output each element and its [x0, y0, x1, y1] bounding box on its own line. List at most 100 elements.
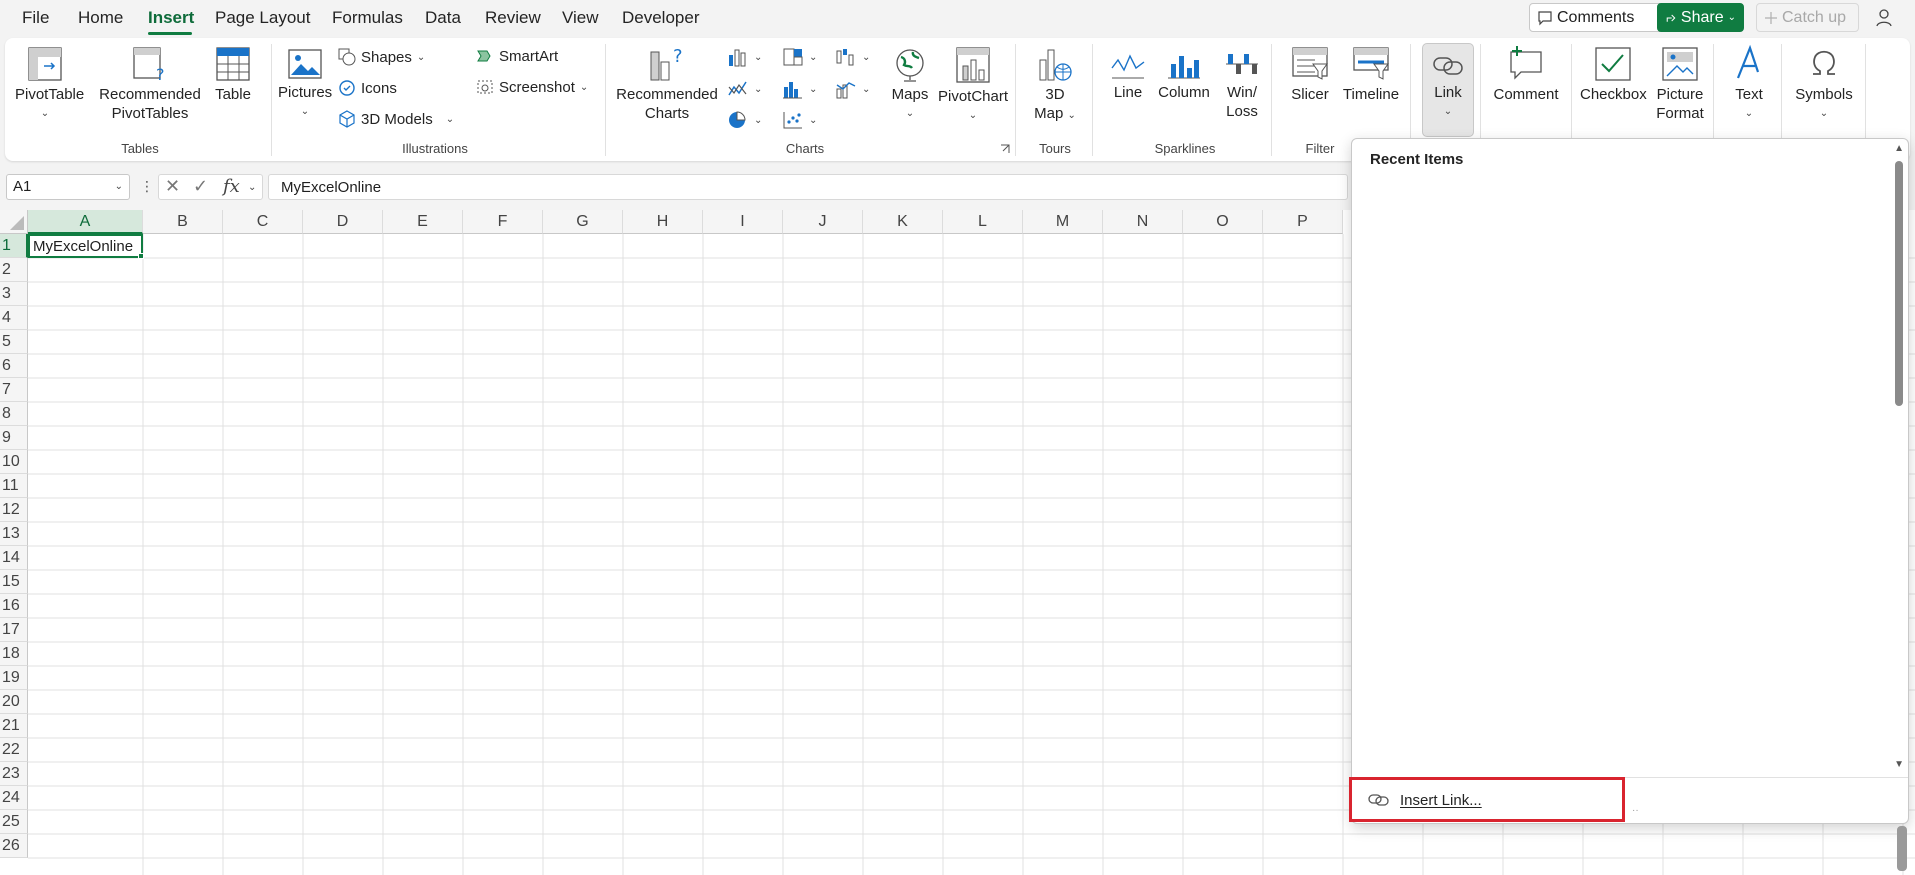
active-cell-a1[interactable]: MyExcelOnline — [28, 234, 143, 258]
menu-file[interactable]: File — [22, 8, 49, 28]
scroll-up-icon[interactable]: ▲ — [1894, 143, 1904, 154]
column-header[interactable]: D — [303, 210, 383, 234]
smartart-button[interactable]: SmartArt — [476, 47, 558, 65]
row-header[interactable]: 16 — [0, 594, 28, 618]
column-header[interactable]: F — [463, 210, 543, 234]
column-header[interactable]: N — [1103, 210, 1183, 234]
line-chart-button[interactable]: ⌄ — [727, 79, 762, 99]
comment-button[interactable]: Comment — [1488, 46, 1564, 104]
icons-button[interactable]: Icons — [338, 79, 397, 97]
recommended-pivot-tables-button[interactable]: ? Recommended PivotTables — [97, 46, 203, 123]
row-header[interactable]: 12 — [0, 498, 28, 522]
column-header[interactable]: G — [543, 210, 623, 234]
menu-review[interactable]: Review — [485, 8, 541, 28]
row-header[interactable]: 20 — [0, 690, 28, 714]
column-header[interactable]: I — [703, 210, 783, 234]
sparkline-line-button[interactable]: Line — [1103, 48, 1153, 102]
row-header[interactable]: 4 — [0, 306, 28, 330]
hierarchy-chart-button[interactable]: ⌄ — [782, 47, 817, 67]
column-chart-button[interactable]: ⌄ — [727, 47, 762, 67]
row-header[interactable]: 17 — [0, 618, 28, 642]
column-header[interactable]: K — [863, 210, 943, 234]
fill-handle[interactable] — [138, 253, 144, 259]
column-header[interactable]: B — [143, 210, 223, 234]
menu-home[interactable]: Home — [78, 8, 123, 28]
insert-link-menu-item[interactable]: Insert Link... — [1356, 780, 1574, 820]
column-header[interactable]: H — [623, 210, 703, 234]
row-header[interactable]: 10 — [0, 450, 28, 474]
scroll-down-icon[interactable]: ▼ — [1894, 759, 1904, 770]
recommended-charts-button[interactable]: ? Recommended Charts — [615, 46, 719, 123]
cancel-icon[interactable]: ✕ — [165, 176, 180, 197]
link-button[interactable]: Link ⌄ — [1422, 50, 1474, 121]
row-header[interactable]: 2 — [0, 258, 28, 282]
menu-page-layout[interactable]: Page Layout — [215, 8, 310, 28]
statistic-chart-button[interactable]: ⌄ — [782, 79, 817, 99]
comments-button[interactable]: Comments — [1529, 3, 1665, 32]
column-header[interactable]: E — [383, 210, 463, 234]
shapes-button[interactable]: Shapes ⌄ — [338, 48, 425, 66]
share-button[interactable]: Share ⌄ — [1657, 3, 1744, 32]
menu-formulas[interactable]: Formulas — [332, 8, 403, 28]
row-header[interactable]: 13 — [0, 522, 28, 546]
name-box[interactable]: A1 ⌄ — [6, 174, 130, 200]
maps-button[interactable]: Maps ⌄ — [885, 48, 935, 123]
check-icon[interactable]: ✓ — [193, 176, 208, 197]
pivot-chart-button[interactable]: PivotChart ⌄ — [935, 46, 1011, 125]
menu-data[interactable]: Data — [425, 8, 461, 28]
column-header[interactable]: A — [28, 210, 143, 234]
more-options-icon[interactable]: ⋮ — [140, 178, 154, 195]
row-header[interactable]: 3 — [0, 282, 28, 306]
panel-scroll-thumb[interactable] — [1895, 161, 1903, 406]
column-header[interactable]: J — [783, 210, 863, 234]
sparkline-column-button[interactable]: Column — [1155, 48, 1213, 102]
menu-view[interactable]: View — [562, 8, 599, 28]
timeline-button[interactable]: Timeline — [1338, 46, 1404, 104]
row-header[interactable]: 23 — [0, 762, 28, 786]
select-all-corner[interactable] — [0, 210, 28, 234]
fx-icon[interactable]: fx — [223, 176, 240, 197]
screenshot-button[interactable]: Screenshot ⌄ — [476, 78, 588, 96]
column-header[interactable]: O — [1183, 210, 1263, 234]
chevron-down-icon[interactable]: ⌄ — [248, 182, 256, 193]
combo-chart-button[interactable]: ⌄ — [835, 79, 870, 99]
row-header[interactable]: 8 — [0, 402, 28, 426]
row-header[interactable]: 19 — [0, 666, 28, 690]
column-header[interactable]: M — [1023, 210, 1103, 234]
person-icon[interactable] — [1875, 8, 1897, 28]
pie-chart-button[interactable]: ⌄ — [727, 110, 762, 130]
table-button[interactable]: Table — [208, 46, 258, 104]
picture-format-button[interactable]: Picture Format — [1650, 46, 1710, 123]
column-header[interactable]: C — [223, 210, 303, 234]
dialog-launcher-icon[interactable] — [1000, 144, 1010, 154]
menu-insert[interactable]: Insert — [148, 8, 194, 28]
formula-input[interactable]: MyExcelOnline — [268, 174, 1348, 200]
row-header[interactable]: 6 — [0, 354, 28, 378]
sheet-vertical-scrollbar[interactable] — [1897, 826, 1907, 871]
3d-map-button[interactable]: 3D Map ⌄ — [1025, 46, 1085, 125]
3d-models-button[interactable]: 3D Models ⌄ — [338, 110, 454, 128]
column-header[interactable]: L — [943, 210, 1023, 234]
waterfall-chart-button[interactable]: ⌄ — [835, 47, 870, 67]
text-button[interactable]: Text ⌄ — [1722, 44, 1776, 123]
row-header[interactable]: 11 — [0, 474, 28, 498]
symbols-button[interactable]: Symbols ⌄ — [1789, 44, 1859, 123]
scatter-chart-button[interactable]: ⌄ — [782, 110, 817, 130]
row-header[interactable]: 18 — [0, 642, 28, 666]
checkbox-button[interactable]: Checkbox — [1580, 46, 1647, 104]
row-header[interactable]: 5 — [0, 330, 28, 354]
catch-up-button[interactable]: Catch up — [1756, 3, 1859, 32]
menu-developer[interactable]: Developer — [622, 8, 700, 28]
row-header[interactable]: 15 — [0, 570, 28, 594]
pivot-table-button[interactable]: PivotTable ⌄ — [15, 46, 84, 123]
row-header[interactable]: 26 — [0, 834, 28, 858]
slicer-button[interactable]: Slicer — [1285, 46, 1335, 104]
row-header[interactable]: 25 — [0, 810, 28, 834]
row-header[interactable]: 21 — [0, 714, 28, 738]
resize-grip-icon[interactable]: ·· — [1632, 805, 1639, 816]
pictures-button[interactable]: Pictures ⌄ — [278, 48, 332, 121]
column-header[interactable]: P — [1263, 210, 1343, 234]
row-header[interactable]: 22 — [0, 738, 28, 762]
row-header[interactable]: 7 — [0, 378, 28, 402]
row-header[interactable]: 24 — [0, 786, 28, 810]
